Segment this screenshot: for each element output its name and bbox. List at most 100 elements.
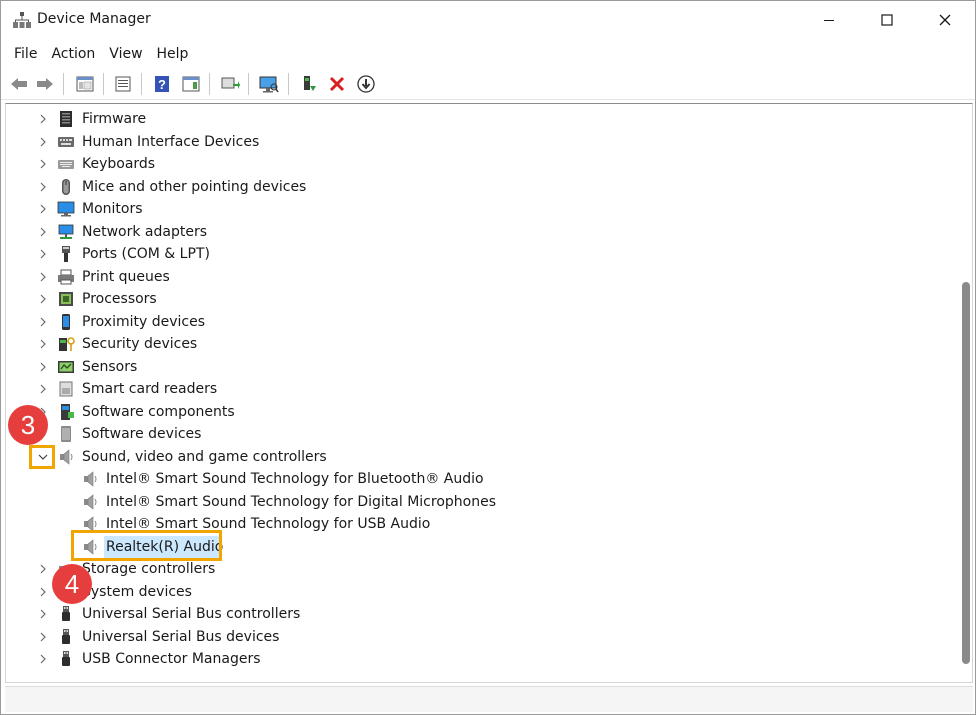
enable-device-icon[interactable] <box>297 72 321 96</box>
expand-toggle[interactable] <box>37 586 49 598</box>
maximize-button[interactable] <box>859 1 915 39</box>
chevron-right-icon <box>40 587 46 596</box>
tree-item[interactable]: Universal Serial Bus devices <box>6 626 956 648</box>
tree-item[interactable]: Sensors <box>6 356 956 378</box>
show-hide-console-tree-icon[interactable] <box>73 72 97 96</box>
tree-item[interactable]: Mice and other pointing devices <box>6 176 956 198</box>
expand-toggle[interactable] <box>37 203 49 215</box>
tree-item-label: Sound, video and game controllers <box>82 448 327 465</box>
expand-toggle[interactable] <box>37 226 49 238</box>
expand-toggle[interactable] <box>37 631 49 643</box>
window-title: Device Manager <box>37 11 151 27</box>
action-pane-icon[interactable] <box>179 72 203 96</box>
expand-toggle[interactable] <box>37 653 49 665</box>
tree-item[interactable]: Sound, video and game controllers <box>6 446 956 468</box>
expand-toggle[interactable] <box>37 361 49 373</box>
chevron-right-icon <box>40 227 46 236</box>
tree-item[interactable]: Universal Serial Bus controllers <box>6 603 956 625</box>
tree-item[interactable]: Human Interface Devices <box>6 131 956 153</box>
tree-item-label: Security devices <box>82 336 198 352</box>
help-icon[interactable]: ? <box>150 72 174 96</box>
update-driver-icon[interactable] <box>218 72 242 96</box>
tree-item[interactable]: Smart card readers <box>6 378 956 400</box>
tree-item-label: Processors <box>82 291 157 307</box>
tree-child-item[interactable]: Intel® Smart Sound Technology for Digita… <box>6 491 956 513</box>
tree-item[interactable]: Print queues <box>6 266 956 288</box>
usb-icon <box>57 605 75 623</box>
device-tree[interactable]: Firmware Human Interface Devices Keyboards… <box>5 103 973 683</box>
tree-item-label: Universal Serial Bus devices <box>82 628 280 645</box>
security-icon <box>57 335 75 353</box>
printer-icon <box>57 268 75 286</box>
tree-item-label: Monitors <box>82 201 143 217</box>
expand-toggle[interactable] <box>37 608 49 620</box>
toolbar-separator <box>288 73 289 95</box>
chevron-right-icon <box>40 137 46 146</box>
properties-icon[interactable] <box>111 72 135 96</box>
tree-item[interactable]: Processors <box>6 288 956 310</box>
tree-item-label: Proximity devices <box>82 313 205 330</box>
minimize-button[interactable] <box>801 1 857 39</box>
close-button[interactable] <box>917 1 973 39</box>
expand-toggle[interactable] <box>37 248 49 260</box>
tree-item[interactable]: Software devices <box>6 423 956 445</box>
tree-item[interactable]: Ports (COM & LPT) <box>6 243 956 265</box>
expand-toggle[interactable] <box>37 383 49 395</box>
tree-item-label: Storage controllers <box>82 561 216 577</box>
back-icon[interactable] <box>7 72 31 96</box>
expand-toggle[interactable] <box>37 136 49 148</box>
expand-toggle[interactable] <box>37 271 49 283</box>
tree-item[interactable]: Keyboards <box>6 153 956 175</box>
tree-item-label: Mice and other pointing devices <box>82 178 307 195</box>
network-icon <box>57 223 75 241</box>
tree-item[interactable]: Proximity devices <box>6 311 956 333</box>
forward-icon[interactable] <box>33 72 57 96</box>
tree-item-label: Software devices <box>82 426 202 442</box>
tree-item-label: Human Interface Devices <box>82 133 260 150</box>
usb-icon <box>57 628 75 646</box>
tree-item-label: System devices <box>82 583 192 600</box>
tree-item-label: Network adapters <box>82 223 207 240</box>
expand-toggle[interactable] <box>37 181 49 193</box>
expand-toggle[interactable] <box>37 563 49 575</box>
tree-child-label: Intel® Smart Sound Technology for Digita… <box>106 493 496 510</box>
chevron-right-icon <box>40 249 46 259</box>
toolbar-separator <box>103 73 104 95</box>
uninstall-device-icon[interactable] <box>325 72 349 96</box>
usb-icon <box>57 650 75 668</box>
tree-item[interactable]: Security devices <box>6 333 956 355</box>
port-icon <box>57 245 75 263</box>
device-manager-app-icon <box>13 11 31 29</box>
chevron-right-icon <box>40 384 46 394</box>
expand-toggle[interactable] <box>37 158 49 170</box>
tree-item-label: Smart card readers <box>82 381 218 397</box>
tree-item[interactable]: Network adapters <box>6 221 956 243</box>
chevron-right-icon <box>40 159 46 169</box>
expand-toggle[interactable] <box>37 316 49 328</box>
vertical-scrollbar[interactable] <box>959 105 971 681</box>
menu-action[interactable]: Action <box>44 41 102 67</box>
toolbar-separator <box>209 73 210 95</box>
tree-item[interactable]: System devices <box>6 581 956 603</box>
proximity-icon <box>57 313 75 331</box>
tree-item[interactable]: Monitors <box>6 198 956 220</box>
scrollbar-thumb[interactable] <box>962 282 970 664</box>
expand-toggle[interactable] <box>37 338 49 350</box>
menu-view[interactable]: View <box>102 41 149 67</box>
disable-device-icon[interactable] <box>354 72 378 96</box>
speaker-icon <box>57 448 75 466</box>
toolbar-separator <box>248 73 249 95</box>
svg-text:?: ? <box>158 77 166 92</box>
menu-help[interactable]: Help <box>150 41 196 67</box>
tree-item[interactable]: Firmware <box>6 108 956 130</box>
expand-toggle[interactable] <box>37 113 49 125</box>
scan-hardware-icon[interactable] <box>257 72 281 96</box>
tree-child-item[interactable]: Intel® Smart Sound Technology for Blueto… <box>6 468 956 490</box>
expand-toggle[interactable] <box>37 293 49 305</box>
tree-item[interactable]: Storage controllers <box>6 558 956 580</box>
tree-item[interactable]: USB Connector Managers <box>6 648 956 670</box>
toolbar: ? <box>1 68 975 100</box>
chevron-right-icon <box>40 564 46 574</box>
tree-item[interactable]: Software components <box>6 401 956 423</box>
menu-file[interactable]: File <box>7 41 44 67</box>
